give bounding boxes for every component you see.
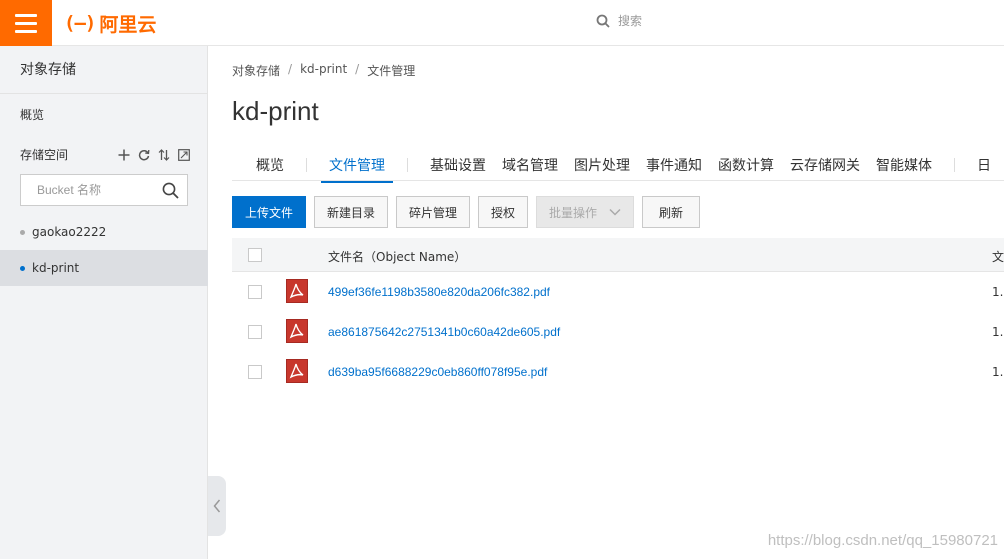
tab-basic-settings[interactable]: 基础设置 (422, 149, 494, 183)
breadcrumb-item[interactable]: kd-print (300, 62, 347, 79)
batch-operations-dropdown[interactable]: 批量操作 (536, 196, 634, 228)
chevron-down-icon (609, 208, 621, 216)
fragment-management-button[interactable]: 碎片管理 (396, 196, 470, 228)
column-header-truncated: 文 (992, 250, 1004, 264)
bucket-dot-icon (20, 265, 25, 271)
pdf-file-icon (286, 279, 308, 303)
table-row: 499ef36fe1198b3580e820da206fc382.pdf 1. (232, 272, 1004, 312)
sidebar: 对象存储 概览 存储空间 gaokao2222 kd-prin (0, 46, 208, 559)
file-name-link[interactable]: d639ba95f6688229c0eb860ff078f95e.pdf (328, 365, 547, 379)
refresh-button[interactable]: 刷新 (642, 196, 700, 228)
tab-event-notification[interactable]: 事件通知 (638, 149, 710, 183)
sidebar-title: 对象存储 (0, 46, 207, 94)
breadcrumb-item: 文件管理 (367, 64, 416, 78)
authorize-button[interactable]: 授权 (478, 196, 528, 228)
tab-file-management[interactable]: 文件管理 (321, 149, 393, 183)
hamburger-menu-icon[interactable] (0, 0, 52, 46)
pdf-file-icon (286, 319, 308, 343)
logo-text: 阿里云 (99, 13, 157, 36)
tab-divider (306, 158, 307, 172)
breadcrumb: 对象存储 / kd-print / 文件管理 (232, 62, 415, 79)
watermark: https://blog.csdn.net/qq_15980721 (767, 532, 998, 549)
sidebar-item-bucket-gaokao2222[interactable]: gaokao2222 (0, 214, 208, 250)
search-icon[interactable] (162, 182, 179, 202)
new-directory-button[interactable]: 新建目录 (314, 196, 388, 228)
top-bar: (–) 阿里云 搜索 (0, 0, 1004, 46)
breadcrumb-item[interactable]: 对象存储 (232, 62, 280, 79)
sidebar-item-overview[interactable]: 概览 (20, 106, 44, 123)
batch-operations-label: 批量操作 (549, 205, 598, 220)
row-checkbox[interactable] (248, 285, 262, 299)
file-name-link[interactable]: ae861875642c2751341b0c60a42de605.pdf (328, 325, 560, 339)
select-all-checkbox[interactable] (248, 248, 262, 262)
bucket-search (20, 174, 188, 206)
upload-file-button[interactable]: 上传文件 (232, 196, 306, 228)
main-content: 对象存储 / kd-print / 文件管理 kd-print 概览 文件管理 … (208, 46, 1004, 559)
refresh-icon[interactable] (138, 149, 150, 161)
row-truncated-value: 1. (992, 285, 1004, 299)
table-row: ae861875642c2751341b0c60a42de605.pdf 1. (232, 312, 1004, 352)
search-placeholder: 搜索 (618, 14, 643, 28)
sidebar-item-bucket-kd-print[interactable]: kd-print (0, 250, 208, 286)
global-search[interactable]: 搜索 (596, 12, 642, 29)
file-name-link[interactable]: 499ef36fe1198b3580e820da206fc382.pdf (328, 285, 550, 299)
toolbar: 上传文件 新建目录 碎片管理 授权 批量操作 刷新 (232, 196, 700, 228)
breadcrumb-separator: / (288, 62, 293, 76)
row-checkbox[interactable] (248, 365, 262, 379)
tab-overview[interactable]: 概览 (248, 149, 292, 183)
tab-storage-gateway[interactable]: 云存储网关 (782, 149, 868, 183)
bucket-name: gaokao2222 (32, 225, 107, 239)
tab-image-processing[interactable]: 图片处理 (566, 149, 638, 183)
row-truncated-value: 1. (992, 365, 1004, 379)
expand-icon[interactable] (178, 148, 190, 161)
tab-logs[interactable]: 日 (969, 149, 999, 183)
bucket-name: kd-print (32, 261, 80, 275)
bucket-search-input[interactable] (37, 183, 157, 197)
add-icon[interactable] (118, 149, 130, 161)
storage-space-header: 存储空间 (20, 146, 190, 163)
tab-divider (407, 158, 408, 172)
column-header-name: 文件名（Object Name） (328, 250, 467, 264)
bucket-dot-icon (20, 229, 25, 235)
pdf-file-icon (286, 359, 308, 383)
sort-icon[interactable] (158, 148, 170, 161)
search-icon (596, 14, 610, 28)
file-table: 文件名（Object Name） 文 499ef36fe1198b3580e82… (232, 238, 1004, 392)
storage-space-label: 存储空间 (20, 148, 69, 162)
table-header: 文件名（Object Name） 文 (232, 238, 1004, 272)
tab-bar: 概览 文件管理 基础设置 域名管理 图片处理 事件通知 函数计算 云存储网关 智… (232, 149, 1004, 183)
tab-domain-management[interactable]: 域名管理 (494, 149, 566, 183)
tab-divider (954, 158, 955, 172)
tab-function-compute[interactable]: 函数计算 (710, 149, 782, 183)
aliyun-logo[interactable]: (–) 阿里云 (64, 11, 157, 36)
row-checkbox[interactable] (248, 325, 262, 339)
table-row: d639ba95f6688229c0eb860ff078f95e.pdf 1. (232, 352, 1004, 392)
row-truncated-value: 1. (992, 325, 1004, 339)
tab-smart-media[interactable]: 智能媒体 (868, 149, 940, 183)
breadcrumb-separator: / (355, 62, 360, 76)
logo-mark: (–) (64, 12, 96, 34)
page-title: kd-print (232, 96, 319, 126)
